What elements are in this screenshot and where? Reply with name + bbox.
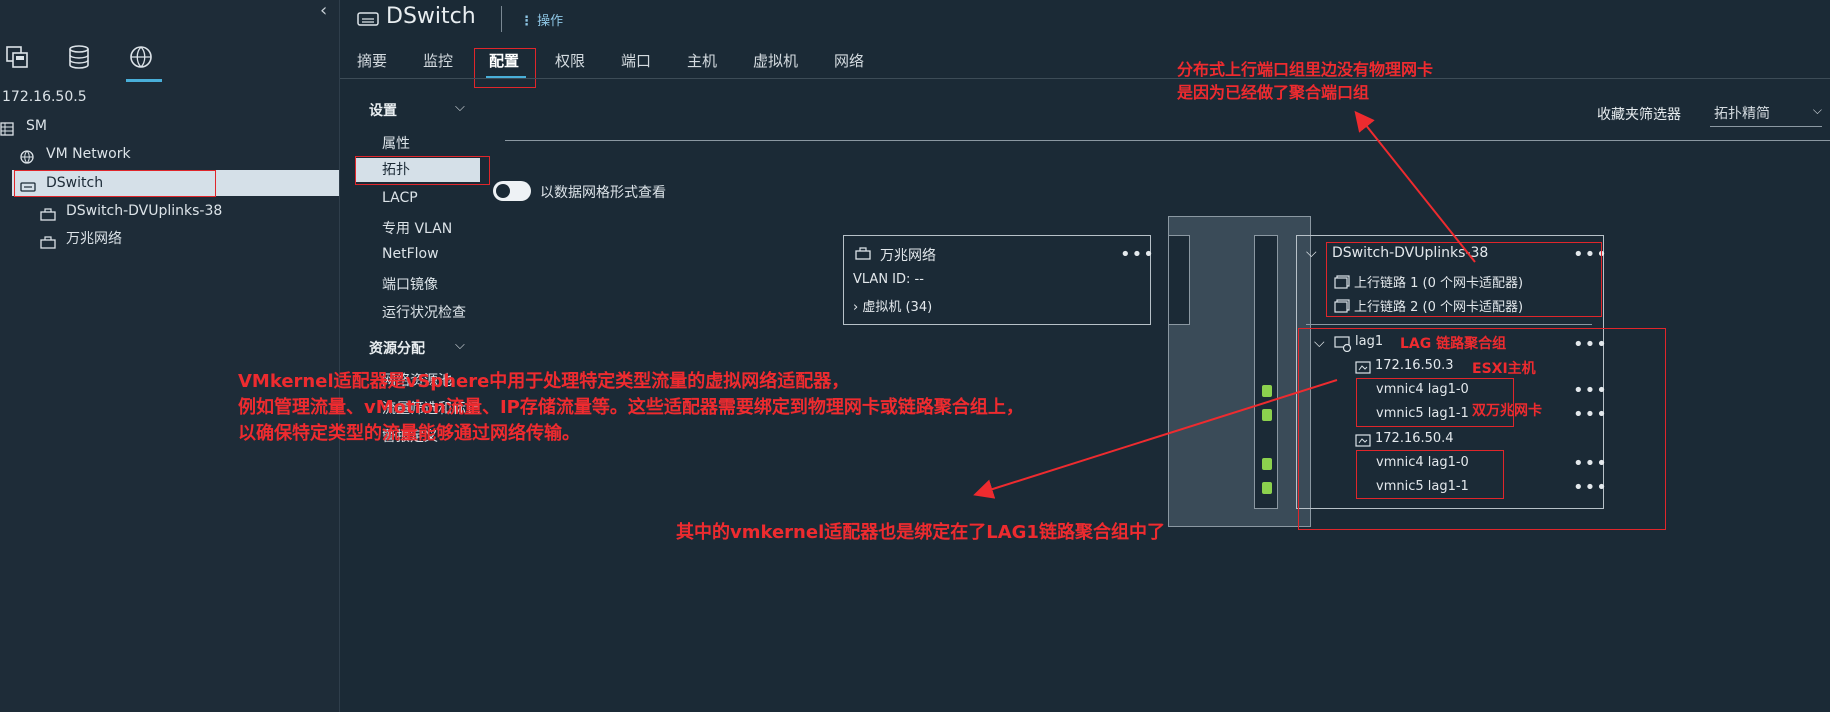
annotation-arrows	[973, 110, 1476, 499]
annotation-arrow-uplinks	[1354, 110, 1476, 263]
annotation-arrow-vmkernel	[973, 379, 1338, 499]
